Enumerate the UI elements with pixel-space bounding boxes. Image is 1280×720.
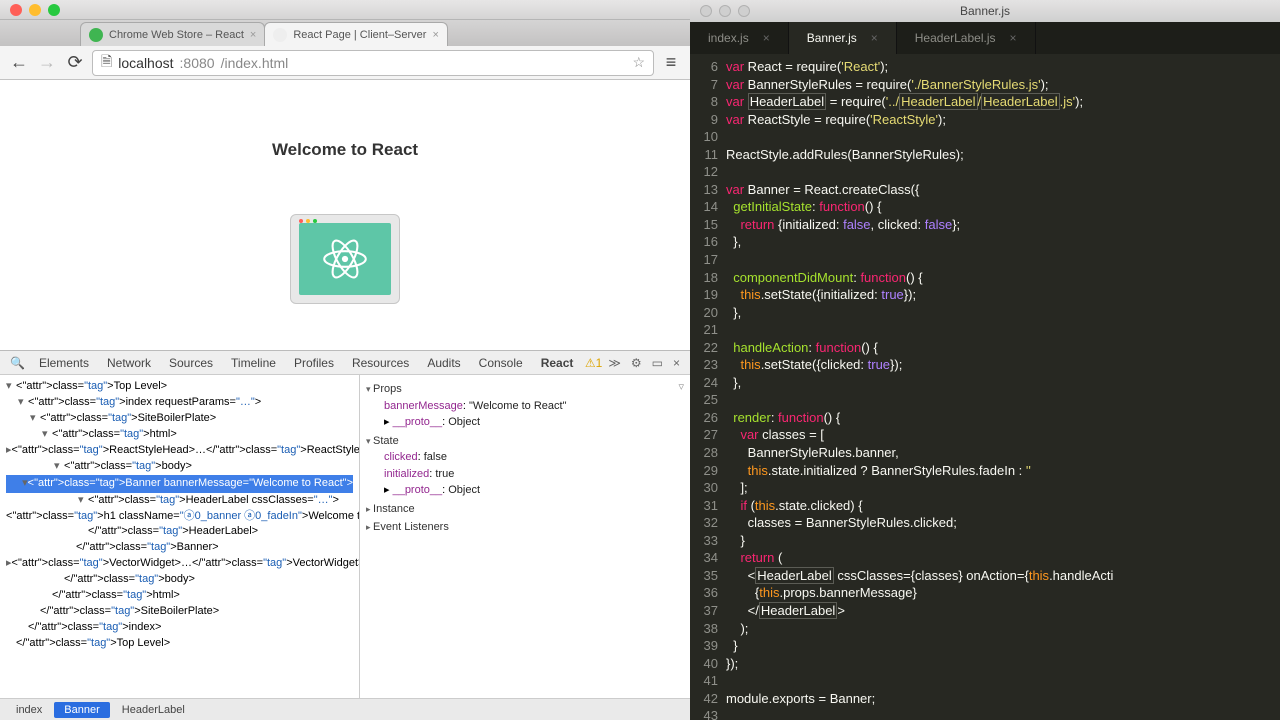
line-gutter: 6789101112131415161718192021222324252627… [690,58,726,720]
tree-row[interactable]: </"attr">class="tag">Banner> [6,540,353,556]
editor-tabs: index.js×Banner.js×HeaderLabel.js× [690,22,1280,54]
devtools-tab-resources[interactable]: Resources [344,352,417,374]
devtools-tab-timeline[interactable]: Timeline [223,352,284,374]
browser-toolbar: ← → ⟳ 🗎 localhost :8080/index.html ☆ ≡ [0,46,690,80]
bookmark-icon[interactable]: ☆ [632,54,645,71]
step-icon[interactable]: ≫ [604,356,625,370]
tree-row[interactable]: </"attr">class="tag">body> [6,572,353,588]
gear-icon[interactable]: ⚙ [627,356,646,370]
devtools-tab-react[interactable]: React [533,352,582,374]
close-tab-icon[interactable]: × [1009,31,1016,45]
tree-row[interactable]: ▾<"attr">class="tag">Top Level> [6,379,353,395]
crumb-index[interactable]: index [6,702,52,718]
page-icon: 🗎 [101,51,112,75]
tree-row[interactable]: ▾<"attr">class="tag">HeaderLabel cssClas… [6,493,353,509]
devtools-tab-elements[interactable]: Elements [31,352,97,374]
close-devtools-icon[interactable]: × [669,356,684,370]
close-tab-icon[interactable]: × [871,31,878,45]
tree-row[interactable]: <"attr">class="tag">h1 className="ⓐ0_ban… [6,509,353,525]
editor-window: Banner.js index.js×Banner.js×HeaderLabel… [690,0,1280,720]
minimize-icon[interactable] [719,5,731,17]
react-atom-icon [319,233,371,285]
editor-tab-index-js[interactable]: index.js× [690,22,789,54]
menu-button[interactable]: ≡ [660,52,682,74]
tree-row[interactable]: ▾<"attr">class="tag">body> [6,459,353,475]
forward-button[interactable]: → [36,52,58,74]
sidebar-kv: clicked: false [384,449,684,466]
close-tab-icon[interactable]: × [250,29,256,41]
devtools-tab-sources[interactable]: Sources [161,352,221,374]
tree-row[interactable]: </"attr">class="tag">html> [6,588,353,604]
breadcrumb: indexBannerHeaderLabel [0,698,690,720]
react-logo-card [290,214,400,304]
url-port: :8080 [180,55,215,71]
devtools-tab-audits[interactable]: Audits [419,352,468,374]
favicon-icon [273,28,287,42]
tree-row[interactable]: ▾<"attr">class="tag">html> [6,427,353,443]
sidebar-section-state[interactable]: State [366,433,684,450]
chrome-window: Chrome Web Store – React × React Page | … [0,0,690,720]
crumb-headerlabel[interactable]: HeaderLabel [112,702,195,718]
tab-title: React Page | Client–Server [293,29,426,41]
code-lines[interactable]: var React = require('React');var BannerS… [726,58,1280,720]
browser-tab-0[interactable]: Chrome Web Store – React × [80,22,265,46]
search-icon[interactable]: 🔍 [6,356,29,370]
editor-titlebar[interactable]: Banner.js [690,0,1280,22]
editor-tab-HeaderLabel-js[interactable]: HeaderLabel.js× [897,22,1036,54]
sidebar-kv: bannerMessage: "Welcome to React" [384,398,684,415]
sidebar-kv: ▸ __proto__: Object [384,482,684,499]
tree-row[interactable]: ▸<"attr">class="tag">ReactStyleHead>…</"… [6,443,353,459]
devtools-tab-network[interactable]: Network [99,352,159,374]
tree-row[interactable]: ▾<"attr">class="tag">index requestParams… [6,395,353,411]
page-heading: Welcome to React [272,140,418,160]
browser-tab-1[interactable]: React Page | Client–Server × [264,22,448,46]
reload-button[interactable]: ⟳ [64,52,86,74]
close-tab-icon[interactable]: × [432,29,438,41]
filter-icon[interactable]: ▿ [678,379,684,396]
tree-row[interactable]: ▾<"attr">class="tag">SiteBoilerPlate> [6,411,353,427]
tree-row[interactable]: ▾<"attr">class="tag">Banner bannerMessag… [6,475,353,493]
editor-filename: Banner.js [960,4,1010,18]
favicon-icon [89,28,103,42]
tab-title: Chrome Web Store – React [109,29,244,41]
warning-badge[interactable]: ⚠1 [585,356,602,370]
address-bar[interactable]: 🗎 localhost :8080/index.html ☆ [92,50,654,76]
url-host: localhost [118,55,173,71]
window-titlebar[interactable] [0,0,690,20]
page-viewport: Welcome to React [0,80,690,350]
close-icon[interactable] [10,4,22,16]
minimize-icon[interactable] [29,4,41,16]
zoom-icon[interactable] [48,4,60,16]
tree-row[interactable]: ▸<"attr">class="tag">VectorWidget>…</"at… [6,556,353,572]
dock-icon[interactable]: ▭ [648,356,667,370]
devtools-tabs: 🔍 Elements Network Sources Timeline Prof… [0,351,690,375]
close-tab-icon[interactable]: × [763,31,770,45]
close-icon[interactable] [700,5,712,17]
tree-row[interactable]: </"attr">class="tag">HeaderLabel> [6,524,353,540]
tree-row[interactable]: </"attr">class="tag">SiteBoilerPlate> [6,604,353,620]
devtools-panel: 🔍 Elements Network Sources Timeline Prof… [0,350,690,720]
sidebar-kv: initialized: true [384,466,684,483]
react-tree[interactable]: ▾<"attr">class="tag">Top Level>▾<"attr">… [0,375,360,698]
sidebar-section-instance[interactable]: Instance [366,501,684,518]
tree-row[interactable]: </"attr">class="tag">Top Level> [6,636,353,652]
url-path: /index.html [221,55,289,71]
crumb-banner[interactable]: Banner [54,702,109,718]
browser-tabs: Chrome Web Store – React × React Page | … [0,20,690,46]
devtools-tab-profiles[interactable]: Profiles [286,352,342,374]
editor-tab-Banner-js[interactable]: Banner.js× [789,22,897,54]
sidebar-section-props[interactable]: Props [366,381,684,398]
sidebar-section-event-listeners[interactable]: Event Listeners [366,519,684,536]
back-button[interactable]: ← [8,52,30,74]
code-area[interactable]: 6789101112131415161718192021222324252627… [690,54,1280,720]
sidebar-kv: ▸ __proto__: Object [384,414,684,431]
zoom-icon[interactable] [738,5,750,17]
tree-row[interactable]: </"attr">class="tag">index> [6,620,353,636]
devtools-tab-console[interactable]: Console [471,352,531,374]
react-sidebar: ▿ Props bannerMessage: "Welcome to React… [360,375,690,698]
